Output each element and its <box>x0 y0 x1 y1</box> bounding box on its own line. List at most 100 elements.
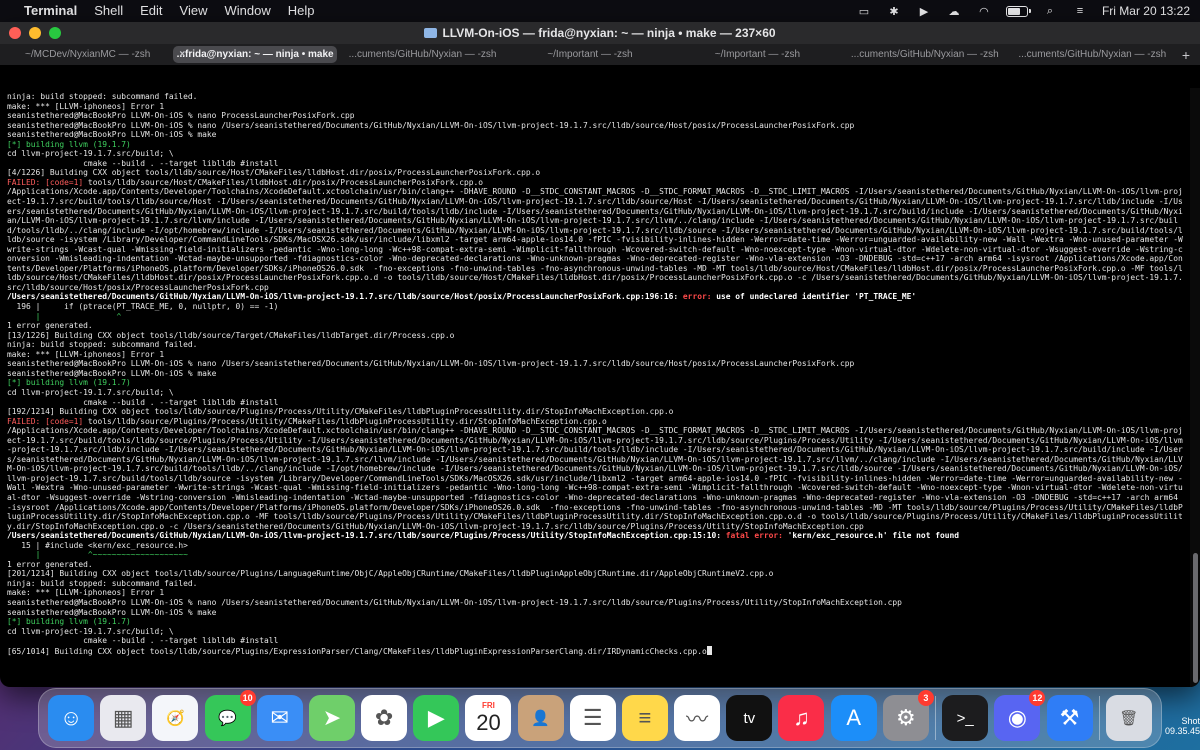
finder-icon[interactable]: ☺ <box>48 695 95 741</box>
tab-label: ...frida@nyxian: ~ — ninja • make <box>176 49 334 60</box>
contacts-icon[interactable]: 👤 <box>517 695 564 741</box>
terminal-line: make: *** [LLVM-iphoneos] Error 1 <box>7 588 165 598</box>
system-settings-icon[interactable]: ⚙ 3 <box>882 690 934 741</box>
terminal-line: seanistethered@MacBookPro LLVM-On-iOS % … <box>7 597 902 607</box>
dock-glyph: ▶ <box>427 705 445 730</box>
xcode-icon[interactable]: ⚒ <box>1046 695 1093 741</box>
terminal-line: FAILED: [code=1] tools/lldb/source/Plugi… <box>7 416 607 426</box>
dock-glyph: ⚒ <box>1059 705 1080 730</box>
terminal-line: cd llvm-project-19.1.7.src/build; \ <box>7 387 174 397</box>
title-bar[interactable]: LLVM-On-iOS — frida@nyxian: ~ — ninja • … <box>0 22 1200 44</box>
tab-close-icon[interactable]: × <box>179 46 185 63</box>
dock-glyph: ✉ <box>270 705 289 730</box>
menu-window[interactable]: Window <box>225 0 271 22</box>
terminal-line: 196 | if (ptrace(PT_TRACE_ME, 0, nullptr… <box>7 302 279 312</box>
control-center-icon[interactable]: ≡ <box>1072 5 1088 17</box>
reminders-icon[interactable]: ☰ <box>569 695 616 741</box>
error-message: 'kern/exc_resource.h' file not found <box>787 531 960 541</box>
terminal-line: seanistethered@MacBookPro LLVM-On-iOS % … <box>7 120 855 130</box>
music-icon[interactable]: ♫ <box>778 695 825 741</box>
terminal-window: LLVM-On-iOS — frida@nyxian: ~ — ninja • … <box>0 22 1200 687</box>
menu-app-name[interactable]: Terminal <box>24 0 77 22</box>
scrollbar-thumb[interactable] <box>1193 553 1198 683</box>
calendar-day: 20 <box>476 710 501 735</box>
terminal-line: /Users/seanistethered/Documents/GitHub/N… <box>7 292 1183 302</box>
dock-glyph: ◉ <box>1007 705 1027 730</box>
tab-bar: ~/MCDev/NyxianMC — -zsh × ...frida@nyxian… <box>0 44 1200 66</box>
dock: ☺ ▦ 🧭 💬 10 ✉ ➤ ✿ ▶ FRI 20 👤 ☰ ≡ 〰 tv ♫ A ⚙ 3 >_ ◉ 12 ⚒ 🗑 <box>38 688 1162 748</box>
menu-shell[interactable]: Shell <box>94 0 123 22</box>
discord-icon[interactable]: ◉ 12 <box>994 690 1046 741</box>
terminal-line: seanistethered@MacBookPro LLVM-On-iOS % … <box>7 111 355 121</box>
terminal-line: cd llvm-project-19.1.7.src/build; \ <box>7 149 174 159</box>
screenshot-label-line1: Shot <box>1181 716 1200 726</box>
terminal-line: [192/1214] Building CXX object tools/lld… <box>7 407 674 417</box>
tab-nyxian-1[interactable]: ...cuments/GitHub/Nyxian — -zsh <box>341 46 504 63</box>
calendar-icon[interactable]: FRI 20 <box>465 695 512 741</box>
dock-glyph: 👤 <box>531 710 550 727</box>
maps-icon[interactable]: ➤ <box>308 695 355 741</box>
wifi-icon[interactable]: ◠ <box>976 5 992 18</box>
terminal-line: [4/1226] Building CXX object tools/lldb/… <box>7 168 541 178</box>
menu-help[interactable]: Help <box>288 0 315 22</box>
error-label: error: <box>682 292 717 302</box>
terminal-line: cmake --build . --target liblldb #instal… <box>7 158 279 168</box>
appstore-icon[interactable]: A <box>830 695 877 741</box>
freeform-icon[interactable]: 〰 <box>674 695 721 741</box>
menu-edit[interactable]: Edit <box>140 0 162 22</box>
terminal-line: [*] building llvm (19.1.7) <box>7 617 131 627</box>
notification-badge: 12 <box>1029 690 1046 706</box>
tab-important-2[interactable]: ~/Important — -zsh <box>676 46 839 63</box>
tab-nyxianmc[interactable]: ~/MCDev/NyxianMC — -zsh <box>6 46 169 63</box>
screenshot-label: Shot 09.35.45 <box>1160 716 1200 736</box>
tab-important-1[interactable]: ~/Important — -zsh <box>508 46 671 63</box>
terminal-line: FAILED: [code=1] tools/lldb/source/Host/… <box>7 177 484 187</box>
dock-glyph: ≡ <box>638 705 652 730</box>
tab-nyxian-2[interactable]: ...cuments/GitHub/Nyxian — -zsh <box>843 46 1006 63</box>
cloud-icon[interactable]: ☁ <box>946 5 962 18</box>
facetime-icon[interactable]: ▶ <box>413 695 460 741</box>
terminal-line: 1 error generated. <box>7 559 93 569</box>
menu-view[interactable]: View <box>180 0 208 22</box>
dock-glyph: ⚙ <box>895 705 916 730</box>
battery-icon[interactable] <box>1005 5 1031 17</box>
dock-glyph: tv <box>743 709 756 727</box>
launchpad-icon[interactable]: ▦ <box>100 695 147 741</box>
messages-icon[interactable]: 💬 10 <box>204 690 256 741</box>
search-icon[interactable]: ⌕ <box>1042 5 1058 17</box>
terminal-output[interactable]: ninja: build stopped: subcommand failed.… <box>0 88 1190 687</box>
trash-icon[interactable]: 🗑 <box>1105 695 1152 741</box>
tab-label: ~/Important — -zsh <box>547 49 633 60</box>
notes-icon[interactable]: ≡ <box>621 695 668 741</box>
screenshot-label-line2: 09.35.45 <box>1164 726 1200 736</box>
safari-icon[interactable]: 🧭 <box>152 695 199 741</box>
appletv-icon[interactable]: tv <box>726 695 773 741</box>
photos-icon[interactable]: ✿ <box>361 695 408 741</box>
dock-glyph: A <box>846 705 861 730</box>
terminal-line: /Applications/Xcode.app/Contents/Develop… <box>7 187 1183 292</box>
mail-icon[interactable]: ✉ <box>256 695 303 741</box>
bluetooth-icon[interactable]: ✱ <box>886 5 902 18</box>
terminal-line: cmake --build . --target liblldb #instal… <box>7 397 279 407</box>
tab-active[interactable]: × ...frida@nyxian: ~ — ninja • make <box>173 46 337 63</box>
status-area: ▭ ✱ ▶ ☁ ◠ ⌕ ≡ Fri Mar 20 13:22 <box>856 4 1190 18</box>
tab-nyxian-3[interactable]: ...cuments/GitHub/Nyxian — -zsh <box>1011 46 1174 63</box>
terminal-line: | ^ <box>7 311 122 321</box>
dock-glyph: >_ <box>956 709 974 727</box>
menu-clock[interactable]: Fri Mar 20 13:22 <box>1102 4 1190 18</box>
now-playing-icon[interactable]: ▶ <box>916 5 932 18</box>
tab-label: ~/Important — -zsh <box>714 49 801 60</box>
terminal-line: [13/1226] Building CXX object tools/lldb… <box>7 330 455 340</box>
terminal-line: 15 | #include <kern/exc_resource.h> <box>7 540 188 550</box>
terminal-line: ninja: build stopped: subcommand failed. <box>7 92 198 101</box>
dock-glyph: 🗑 <box>1119 710 1139 727</box>
terminal-icon[interactable]: >_ <box>942 695 989 741</box>
scrollbar[interactable] <box>1190 88 1200 687</box>
failed-label: FAILED: [code=1] <box>7 177 84 187</box>
tab-label: ...cuments/GitHub/Nyxian — -zsh <box>1018 49 1167 60</box>
terminal-line: /Applications/Xcode.app/Contents/Develop… <box>7 426 1183 531</box>
screen-mirroring-icon[interactable]: ▭ <box>856 5 872 18</box>
terminal-line: cmake --build . --target liblldb #instal… <box>7 636 279 646</box>
new-tab-button[interactable]: + <box>1176 47 1196 63</box>
error-message: use of undeclared identifier 'PT_TRACE_M… <box>716 292 917 302</box>
